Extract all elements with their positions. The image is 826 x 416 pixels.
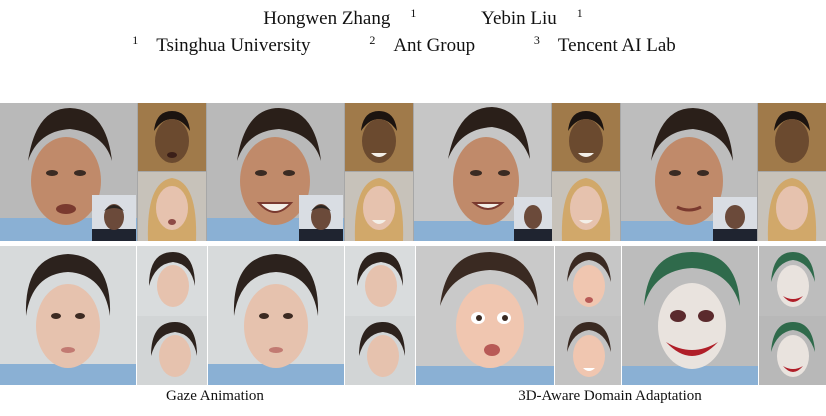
bottom-row xyxy=(0,246,826,385)
author-1: Hongwen Zhang 1 xyxy=(263,6,417,29)
domain-avatar-small-b xyxy=(555,316,621,385)
caption-gaze-animation: Gaze Animation xyxy=(166,388,264,404)
gaze-portrait-1 xyxy=(0,246,136,385)
driver-face-top xyxy=(552,103,620,171)
obama-inset xyxy=(299,195,343,241)
driver-face-bottom xyxy=(552,172,620,241)
author-2: Yebin Liu 1 xyxy=(481,6,583,29)
caption-domain-adaptation: 3D-Aware Domain Adaptation xyxy=(518,388,702,404)
reenact-group-3 xyxy=(414,103,620,241)
driver-face-bottom xyxy=(758,172,826,241)
affiliation-list: 1 Tsinghua University 2 Ant Group 3 Tencent… xyxy=(0,33,826,57)
driver-face-bottom xyxy=(345,172,413,241)
gaze-driver-1b xyxy=(137,316,207,385)
driver-face-top xyxy=(345,103,413,171)
gaze-driver-1a xyxy=(137,246,207,316)
driver-face-top xyxy=(138,103,206,171)
domain-joker-large xyxy=(622,246,758,385)
driver-face-bottom xyxy=(138,172,206,241)
reenact-group-1 xyxy=(0,103,206,241)
affiliation-1: 1 Tsinghua University xyxy=(132,33,311,56)
gaze-driver-2a xyxy=(345,246,415,316)
author-list: Hongwen Zhang 1 Yebin Liu 1 xyxy=(0,6,826,30)
domain-joker-small-b xyxy=(759,316,826,385)
reenact-group-4 xyxy=(621,103,826,241)
gaze-portrait-2 xyxy=(208,246,344,385)
affiliation-2: 2 Ant Group xyxy=(369,33,476,56)
domain-avatar-small-a xyxy=(555,246,621,316)
driver-face-top xyxy=(758,103,826,171)
affiliation-3: 3 Tencent AI Lab xyxy=(533,33,676,56)
gaze-driver-2b xyxy=(345,316,415,385)
reenact-group-2 xyxy=(207,103,413,241)
domain-joker-small-a xyxy=(759,246,826,316)
obama-inset xyxy=(713,197,757,241)
obama-inset xyxy=(514,197,552,241)
reenactment-row xyxy=(0,103,826,241)
domain-avatar-large xyxy=(416,246,554,385)
obama-inset xyxy=(92,195,136,241)
